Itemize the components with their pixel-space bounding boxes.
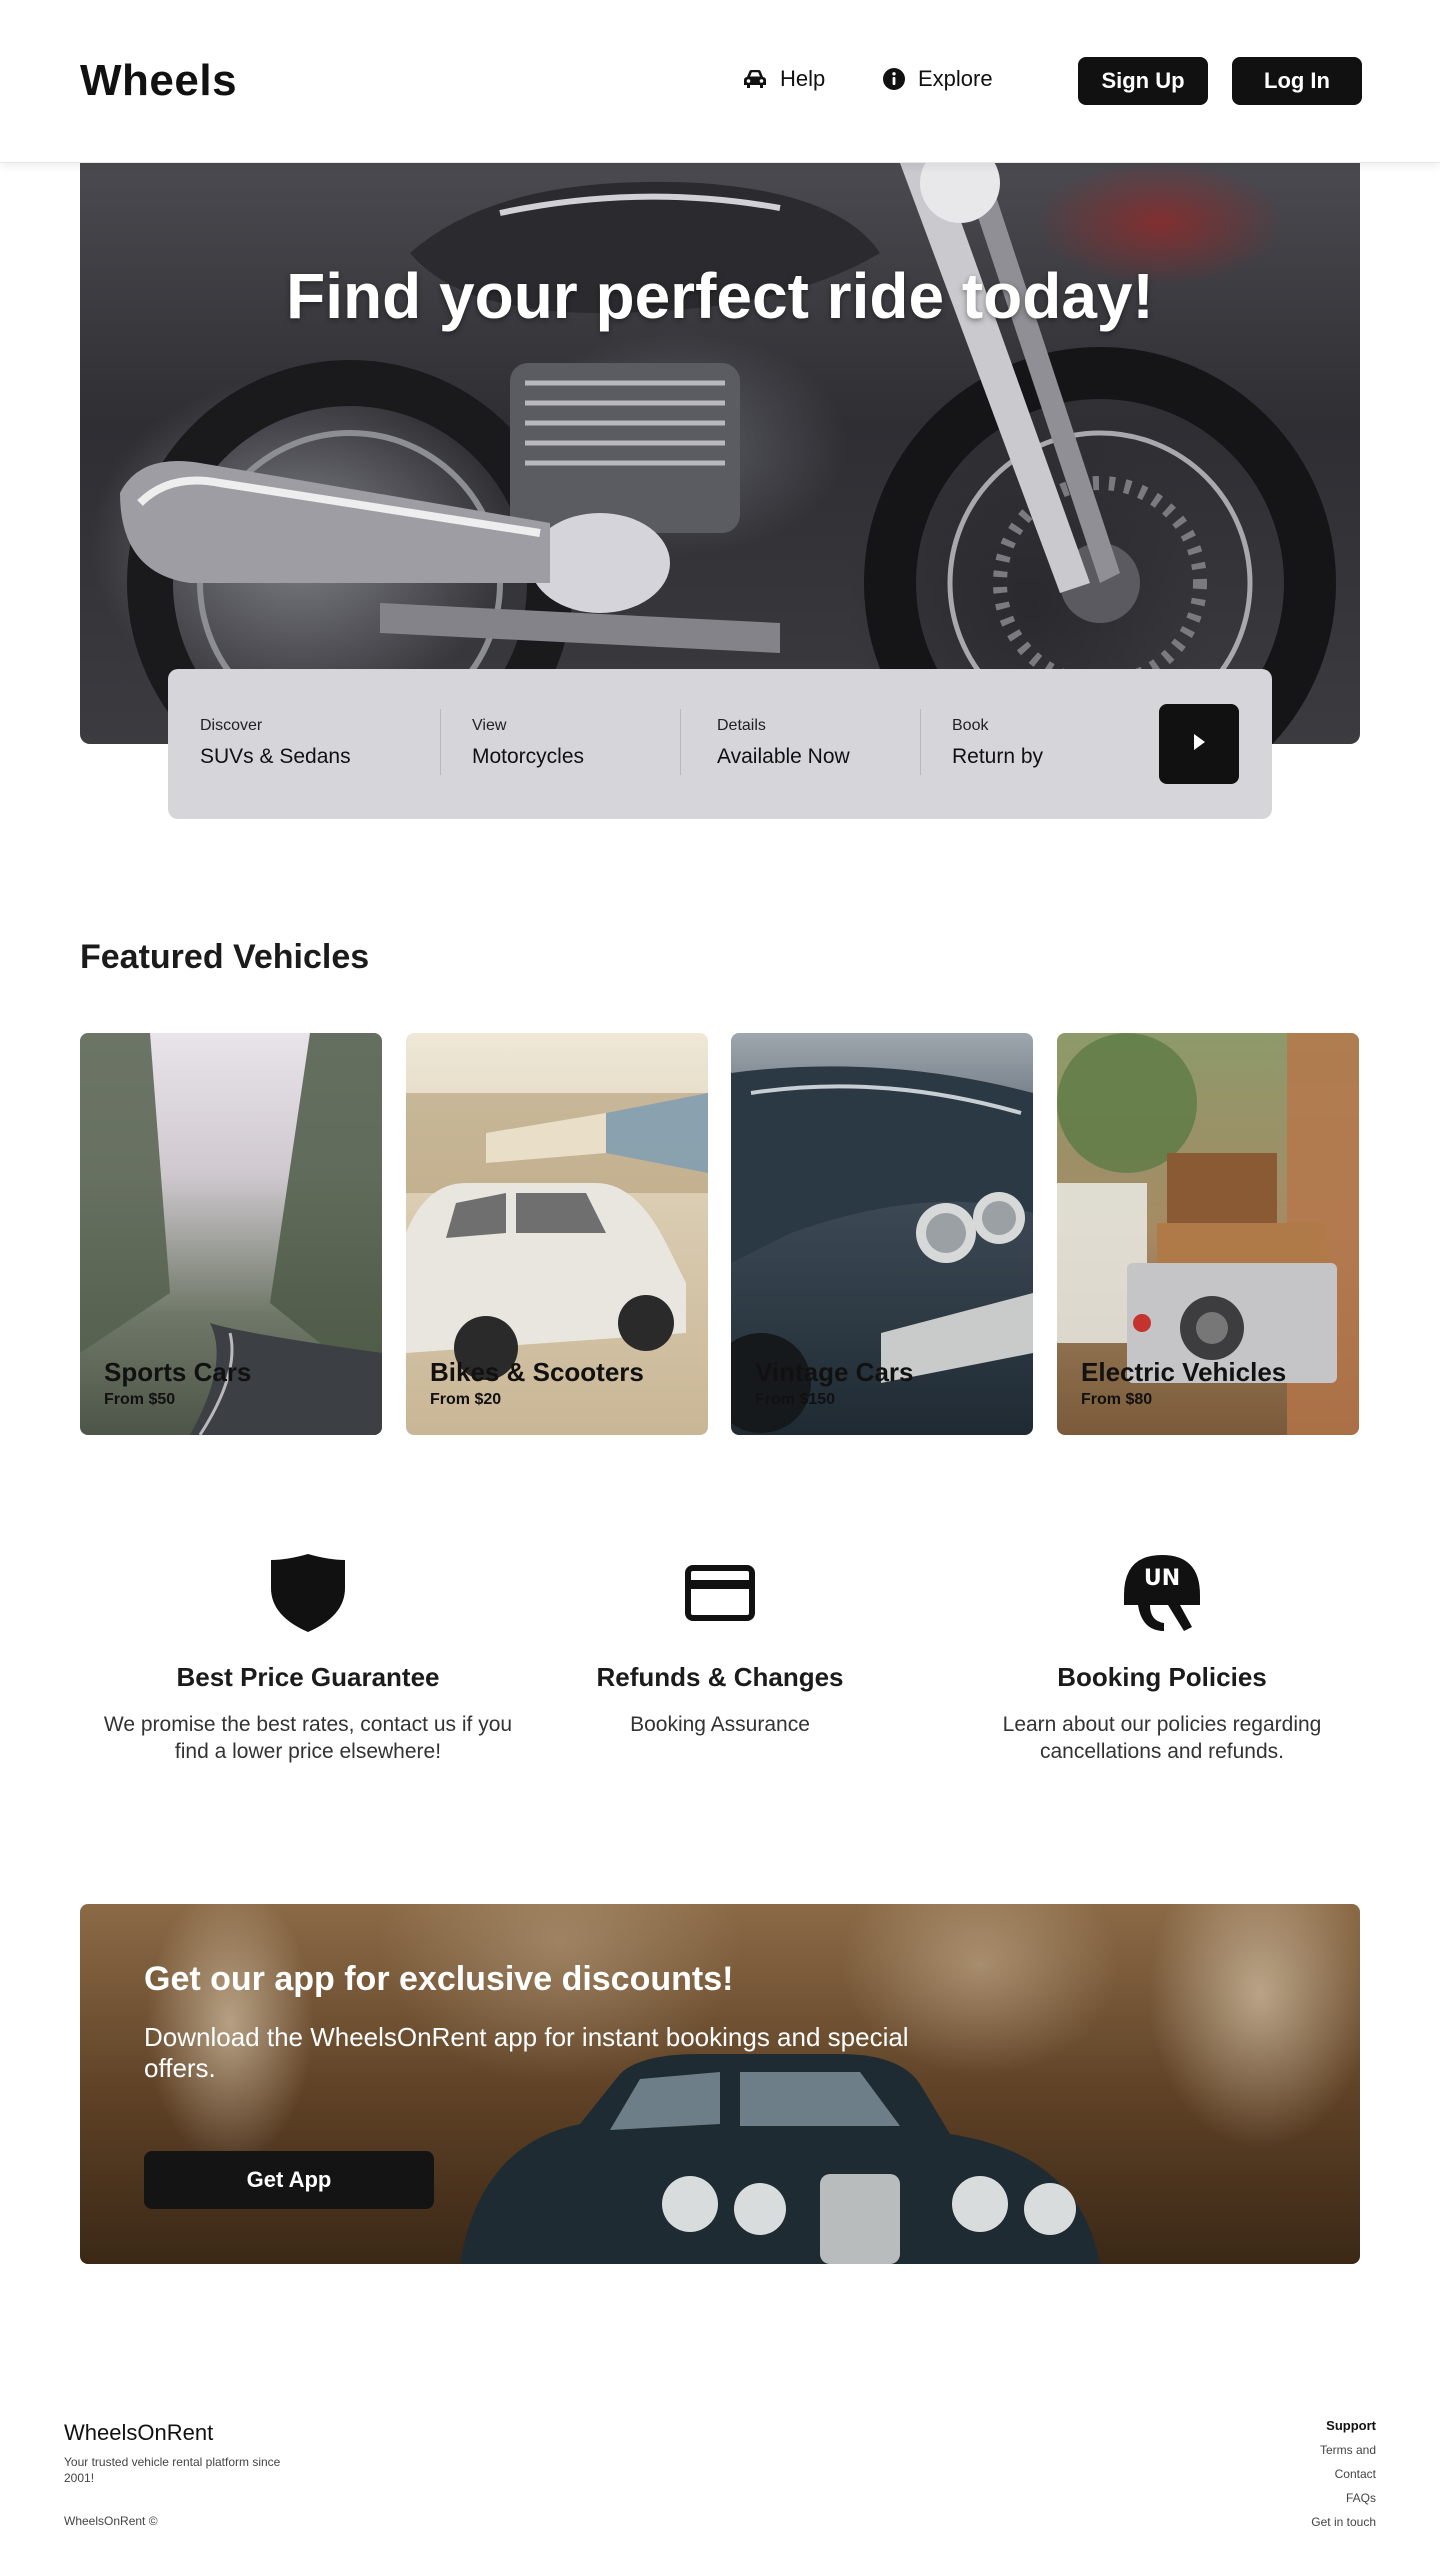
play-arrow-icon (1190, 731, 1208, 758)
hero-title: Find your perfect ride today! (286, 260, 1154, 332)
credit-card-icon (510, 1548, 930, 1638)
card-price: From $20 (430, 1391, 502, 1408)
footer-support-heading: Support (1326, 2418, 1376, 2433)
footer-link-contact[interactable]: Contact (1335, 2467, 1376, 2481)
card-price: From $150 (755, 1391, 836, 1408)
car-icon (742, 68, 768, 90)
card-title: Electric Vehicles (1081, 1357, 1287, 1387)
site-logo[interactable]: Wheels (80, 56, 237, 106)
feature-best-price: Best Price Guarantee We promise the best… (98, 1548, 518, 1765)
motorcycle-image (120, 163, 1336, 744)
featured-section-title: Featured Vehicles (80, 938, 370, 976)
nav-help-label: Help (780, 66, 826, 91)
feature-text: We promise the best rates, contact us if… (103, 1713, 513, 1763)
search-field-details[interactable]: Details Available Now (717, 717, 850, 769)
search-field-label: Details (717, 717, 766, 734)
field-divider (680, 709, 681, 775)
svg-text:UN: UN (1144, 1566, 1180, 1591)
feature-text: Booking Assurance (630, 1713, 810, 1736)
search-field-value: Motorcycles (472, 745, 585, 768)
vehicle-card-electric-vehicles[interactable]: Electric Vehicles From $80 (1057, 1033, 1359, 1435)
feature-title: Best Price Guarantee (176, 1662, 440, 1692)
classic-car-image (460, 2054, 1100, 2264)
card-title: Vintage Cars (755, 1357, 914, 1387)
card-price: From $80 (1081, 1391, 1153, 1408)
search-field-label: Book (952, 717, 989, 734)
sign-up-button[interactable]: Sign Up (1078, 57, 1208, 105)
feature-text: Learn about our policies regarding cance… (1002, 1713, 1322, 1763)
footer-copyright: WheelsOnRent © (64, 2514, 158, 2528)
search-panel: Discover SUVs & Sedans View Motorcycles … (168, 669, 1272, 819)
card-price: From $50 (104, 1391, 176, 1408)
feature-refunds: Refunds & Changes Booking Assurance (510, 1548, 930, 1738)
field-divider (440, 709, 441, 775)
shield-icon (98, 1548, 518, 1638)
info-icon (882, 67, 906, 91)
footer-brand: WheelsOnRent (64, 2420, 214, 2445)
search-field-discover[interactable]: Discover SUVs & Sedans (200, 717, 351, 769)
feature-booking-policies: UN Booking Policies Learn about our poli… (952, 1548, 1372, 1765)
search-field-value: Available Now (717, 745, 850, 768)
feature-title: Booking Policies (1057, 1662, 1267, 1692)
search-field-value: Return by (952, 745, 1044, 768)
search-field-label: Discover (200, 717, 263, 734)
nav-explore-label: Explore (918, 66, 993, 91)
log-in-button[interactable]: Log In (1232, 57, 1362, 105)
footer-tagline: Your trusted vehicle rental platform sin… (64, 2455, 281, 2485)
get-app-button[interactable]: Get App (144, 2151, 434, 2209)
hero-banner: Find your perfect ride today! (80, 163, 1360, 744)
field-divider (920, 709, 921, 775)
vehicle-card-bikes-scooters[interactable]: Bikes & Scooters From $20 (406, 1033, 708, 1435)
nav-explore-link[interactable]: Explore (882, 66, 993, 92)
vehicle-card-sports-cars[interactable]: Sports Cars From $50 (80, 1033, 382, 1435)
feature-title: Refunds & Changes (596, 1662, 844, 1692)
search-field-book[interactable]: Book Return by (952, 717, 1043, 769)
footer-link-get-in-touch[interactable]: Get in touch (1311, 2515, 1376, 2529)
vehicle-card-vintage-cars[interactable]: Vintage Cars From $150 (731, 1033, 1033, 1435)
search-field-view[interactable]: View Motorcycles (472, 717, 584, 769)
search-field-label: View (472, 717, 507, 734)
footer-link-terms[interactable]: Terms and (1320, 2443, 1376, 2457)
app-promo-banner: Get our app for exclusive discounts! Dow… (80, 1904, 1360, 2264)
card-title: Sports Cars (104, 1357, 252, 1387)
promo-title: Get our app for exclusive discounts! (144, 1960, 734, 1998)
search-field-value: SUVs & Sedans (200, 745, 351, 768)
search-submit-button[interactable] (1159, 704, 1239, 784)
helmet-icon: UN (952, 1548, 1372, 1638)
site-header: Wheels Help Explore Sign Up Log In (0, 0, 1440, 163)
card-title: Bikes & Scooters (430, 1357, 644, 1387)
promo-subtitle: Download the WheelsOnRent app for instan… (144, 2022, 909, 2083)
footer-link-faqs[interactable]: FAQs (1346, 2491, 1376, 2505)
nav-help-link[interactable]: Help (742, 66, 825, 92)
